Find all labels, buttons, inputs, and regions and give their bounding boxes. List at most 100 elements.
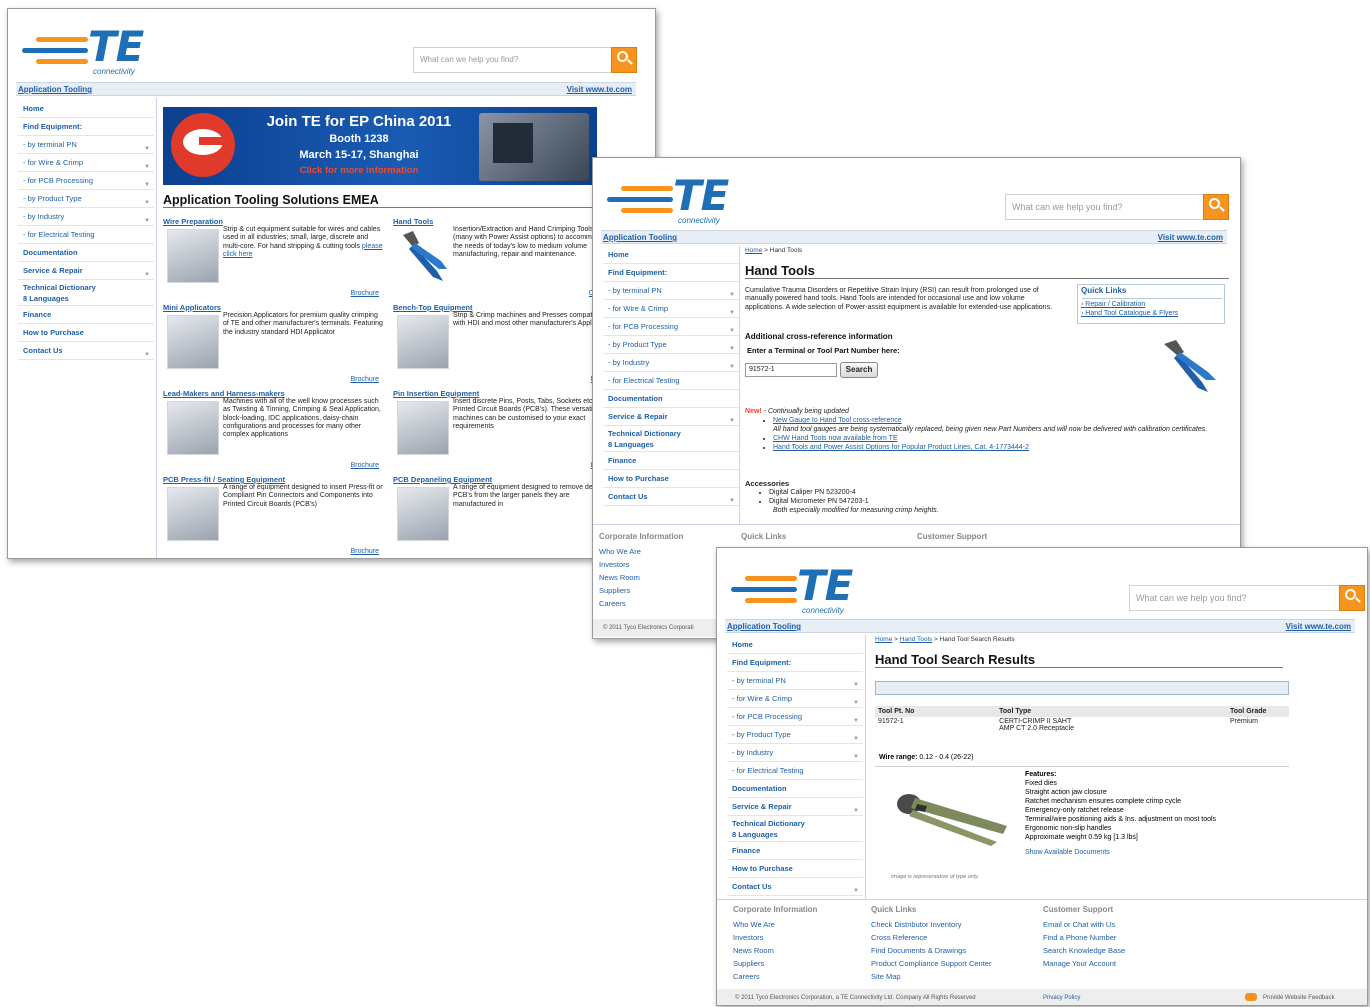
results-filter-bar[interactable] xyxy=(875,681,1289,695)
footer-link[interactable]: Search Knowledge Base xyxy=(1043,944,1125,957)
visit-te-link[interactable]: Visit www.te.com xyxy=(1158,233,1223,242)
sidebar-item[interactable]: - for Electrical Testing xyxy=(18,226,154,244)
sidebar-item[interactable]: Contact Us ▼ xyxy=(603,488,739,506)
footer-link[interactable]: Email or Chat with Us xyxy=(1043,918,1125,931)
card-title-link[interactable]: Mini Applicators xyxy=(163,303,221,312)
chevron-down-icon[interactable]: ▼ xyxy=(853,883,859,900)
footer-link[interactable]: Careers xyxy=(599,597,683,610)
sidebar-item[interactable]: Documentation xyxy=(18,244,154,262)
card-title-link[interactable]: Wire Preparation xyxy=(163,217,223,226)
news-link[interactable]: New Gauge to Hand Tool cross-reference xyxy=(773,417,902,424)
sidebar-item[interactable]: - for Wire & Crimp ▼ xyxy=(18,154,154,172)
brochure-link[interactable]: Brochure xyxy=(351,376,379,383)
sidebar-item[interactable]: Contact Us ▼ xyxy=(727,878,863,896)
footer-link[interactable]: Site Map xyxy=(871,970,991,983)
part-number-input[interactable]: 91572-1 xyxy=(745,363,837,377)
app-tooling-link[interactable]: Application Tooling xyxy=(727,622,801,631)
sidebar-item[interactable]: Technical Dictionary 8 Languages xyxy=(603,426,739,452)
footer-link[interactable]: Careers xyxy=(733,970,817,983)
sidebar-item[interactable]: Technical Dictionary 8 Languages xyxy=(727,816,863,842)
table-row[interactable]: 91572-1 CERTI-CRIMP II SAHT AMP CT 2.0 R… xyxy=(875,717,1289,733)
footer-link[interactable]: Suppliers xyxy=(599,584,683,597)
brochure-link[interactable]: Brochure xyxy=(351,548,379,555)
sidebar-item[interactable]: - by Industry ▼ xyxy=(18,208,154,226)
sidebar-item[interactable]: Finance xyxy=(18,306,154,324)
sidebar-item[interactable]: Home xyxy=(727,636,863,654)
chevron-down-icon[interactable]: ▼ xyxy=(144,347,150,364)
search-icon[interactable] xyxy=(1203,194,1229,220)
quick-link-repair[interactable]: › Repair / Calibration xyxy=(1081,301,1145,308)
footer-link[interactable]: Manage Your Account xyxy=(1043,957,1125,970)
sidebar-item[interactable]: Contact Us ▼ xyxy=(18,342,154,360)
visit-te-link[interactable]: Visit www.te.com xyxy=(1286,622,1351,631)
card-title-link[interactable]: PCB Depaneling Equipment xyxy=(393,475,492,484)
sidebar-item[interactable]: Service & Repair ▼ xyxy=(603,408,739,426)
card-title-link[interactable]: Lead-Makers and Harness-makers xyxy=(163,389,285,398)
app-tooling-link[interactable]: Application Tooling xyxy=(603,233,677,242)
search-icon[interactable] xyxy=(1339,585,1365,611)
sidebar-item[interactable]: - by terminal PN ▼ xyxy=(18,136,154,154)
sidebar-item[interactable]: - for Wire & Crimp ▼ xyxy=(603,300,739,318)
card-title-link[interactable]: Pin Insertion Equipment xyxy=(393,389,479,398)
footer-link[interactable]: News Room xyxy=(733,944,817,957)
quick-link-catalogue[interactable]: › Hand Tool Catalogue & Flyers xyxy=(1081,310,1178,317)
brochure-link[interactable]: Brochure xyxy=(351,290,379,297)
footer-link[interactable]: News Room xyxy=(599,571,683,584)
sidebar-item[interactable]: How to Purchase xyxy=(603,470,739,488)
app-tooling-link[interactable]: Application Tooling xyxy=(18,85,92,94)
footer-link[interactable]: Check Distributor Inventory xyxy=(871,918,991,931)
sidebar-item[interactable]: - for PCB Processing ▼ xyxy=(18,172,154,190)
sidebar-item[interactable]: Service & Repair ▼ xyxy=(727,798,863,816)
footer-link[interactable]: Investors xyxy=(599,558,683,571)
footer-link[interactable]: Find Documents & Drawings xyxy=(871,944,991,957)
sidebar-item[interactable]: Documentation xyxy=(603,390,739,408)
sidebar-item[interactable]: - for Electrical Testing xyxy=(603,372,739,390)
sidebar-item[interactable]: - for PCB Processing ▼ xyxy=(603,318,739,336)
footer-link[interactable]: Product Compliance Support Center xyxy=(871,957,991,970)
sidebar-item[interactable]: - by terminal PN ▼ xyxy=(603,282,739,300)
sidebar-item[interactable]: Documentation xyxy=(727,780,863,798)
sidebar-item[interactable]: Home xyxy=(603,246,739,264)
footer-link[interactable]: Who We Are xyxy=(599,545,683,558)
chevron-down-icon[interactable]: ▼ xyxy=(729,493,735,510)
site-search-input[interactable]: What can we help you find? xyxy=(1005,194,1229,220)
news-link[interactable]: CHW Hand Tools now available from TE xyxy=(773,435,898,442)
sidebar-item[interactable]: Service & Repair ▼ xyxy=(18,262,154,280)
show-documents-link[interactable]: Show Available Documents xyxy=(1025,848,1216,857)
site-search-input[interactable]: What can we help you find? xyxy=(1129,585,1365,611)
feedback-icon[interactable] xyxy=(1245,993,1257,1001)
sidebar-item[interactable]: Find Equipment: xyxy=(603,264,739,282)
sidebar-item[interactable]: - by terminal PN ▼ xyxy=(727,672,863,690)
footer-link[interactable]: Find a Phone Number xyxy=(1043,931,1125,944)
search-button[interactable]: Search xyxy=(840,362,878,378)
te-logo[interactable]: TE connectivity xyxy=(731,560,861,620)
sidebar-item[interactable]: - by Product Type ▼ xyxy=(603,336,739,354)
sidebar-item[interactable]: - by Product Type ▼ xyxy=(18,190,154,208)
footer-link[interactable]: Suppliers xyxy=(733,957,817,970)
search-icon[interactable] xyxy=(611,47,637,73)
ep-china-banner[interactable]: Join TE for EP China 2011 Booth 1238 Mar… xyxy=(163,107,597,185)
sidebar-item[interactable]: - for Wire & Crimp ▼ xyxy=(727,690,863,708)
sidebar-item[interactable]: Finance xyxy=(603,452,739,470)
card-title-link[interactable]: Bench-Top Equipment xyxy=(393,303,472,312)
news-link[interactable]: Hand Tools and Power Assist Options for … xyxy=(773,444,1029,451)
card-title-link[interactable]: Hand Tools xyxy=(393,217,433,226)
brochure-link[interactable]: Brochure xyxy=(351,462,379,469)
te-logo[interactable]: TE connectivity xyxy=(607,170,737,230)
sidebar-item[interactable]: - by Industry ▼ xyxy=(603,354,739,372)
sidebar-item[interactable]: Find Equipment: xyxy=(727,654,863,672)
privacy-link[interactable]: Privacy Policy xyxy=(1043,995,1080,1001)
sidebar-item[interactable]: - for Electrical Testing xyxy=(727,762,863,780)
site-search-input[interactable]: What can we help you find? xyxy=(413,47,637,73)
footer-link[interactable]: Cross Reference xyxy=(871,931,991,944)
sidebar-item[interactable]: Finance xyxy=(727,842,863,860)
sidebar-item[interactable]: Home xyxy=(18,100,154,118)
sidebar-item[interactable]: Find Equipment: xyxy=(18,118,154,136)
sidebar-item[interactable]: How to Purchase xyxy=(727,860,863,878)
card-title-link[interactable]: PCB Press-fit / Seating Equipment xyxy=(163,475,285,484)
visit-te-link[interactable]: Visit www.te.com xyxy=(567,85,632,94)
feedback-link[interactable]: Provide Website Feedback xyxy=(1263,995,1335,1001)
te-logo[interactable]: TE connectivity xyxy=(22,21,152,81)
sidebar-item[interactable]: - for PCB Processing ▼ xyxy=(727,708,863,726)
footer-link[interactable]: Who We Are xyxy=(733,918,817,931)
